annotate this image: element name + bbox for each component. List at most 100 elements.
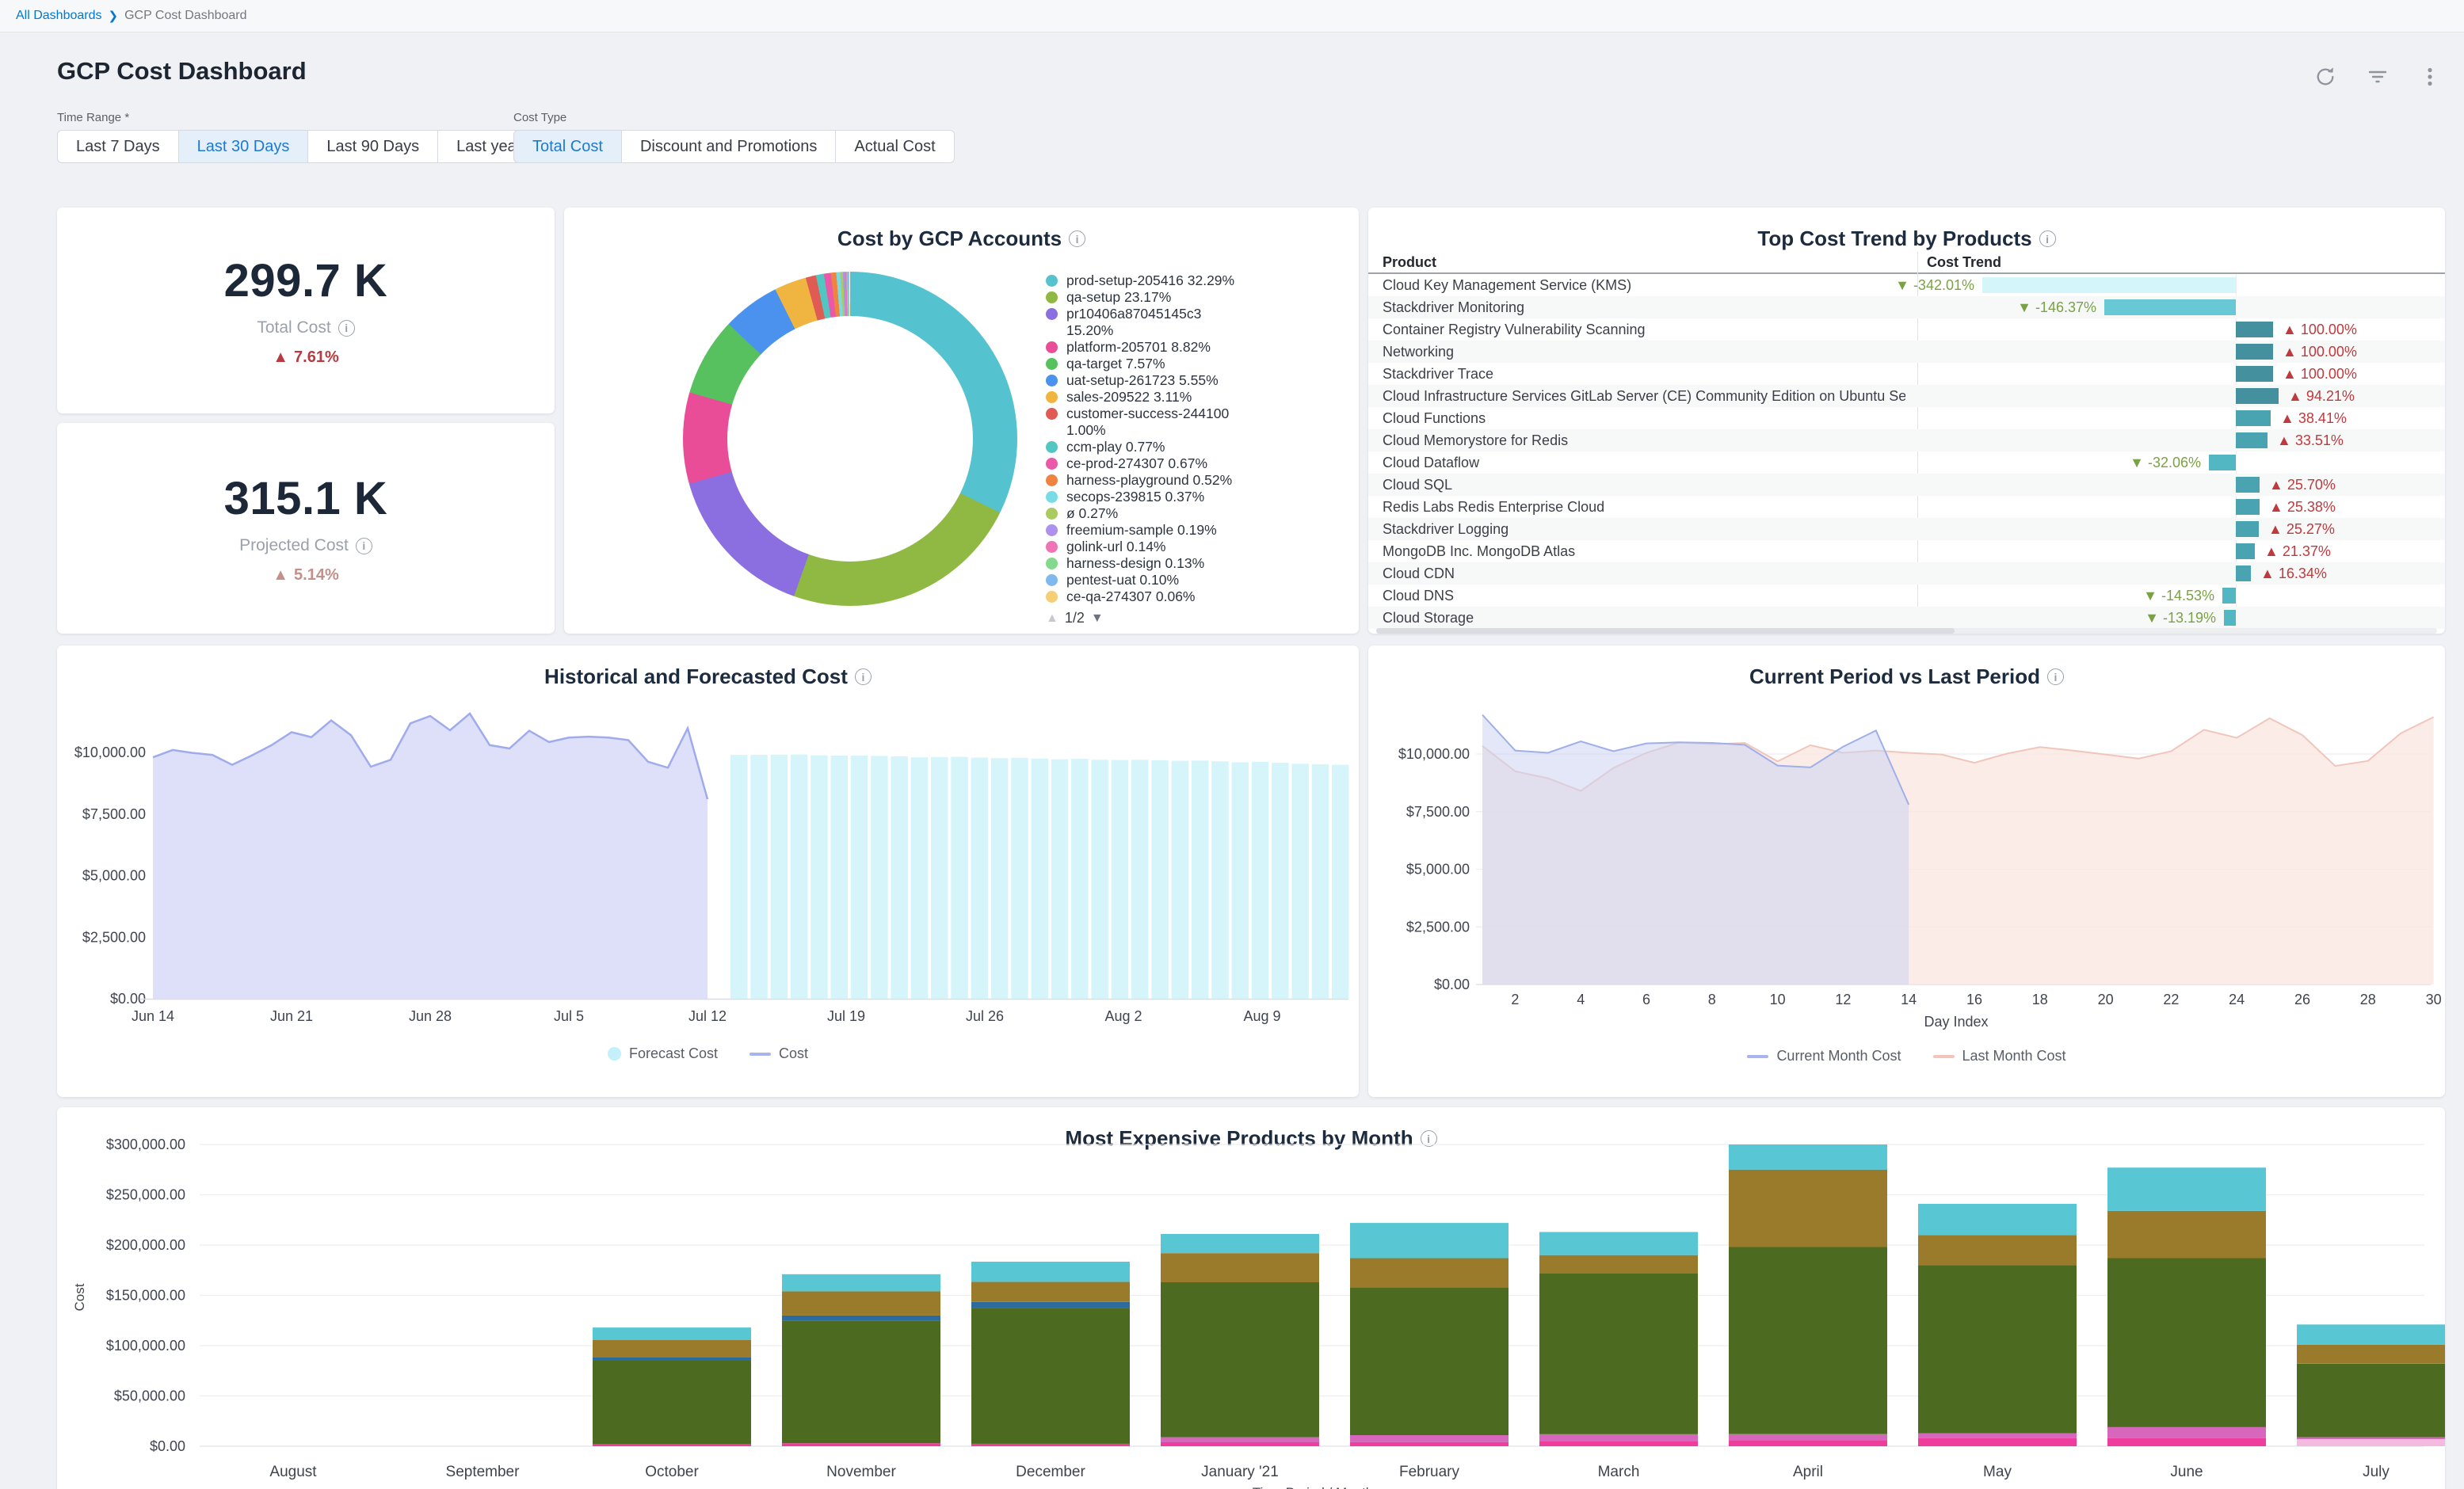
forecast-bar[interactable] — [1151, 760, 1169, 999]
legend-item-uat-setup-261723[interactable]: uat-setup-261723 5.55% — [1046, 372, 1356, 389]
forecast-bar[interactable] — [1252, 762, 1269, 999]
table-row-stackdriver-trace[interactable]: Stackdriver Trace▲ 100.00% — [1368, 363, 2445, 385]
bar-segment-brown[interactable] — [593, 1340, 751, 1358]
table-row-stackdriver-logging[interactable]: Stackdriver Logging▲ 25.27% — [1368, 518, 2445, 540]
time-range-last-90-days[interactable]: Last 90 Days — [307, 130, 438, 163]
table-row-mongodb-inc-mongodb-atlas[interactable]: MongoDB Inc. MongoDB Atlas▲ 21.37% — [1368, 540, 2445, 562]
trend-bar[interactable] — [2236, 366, 2273, 382]
bar-segment-magenta[interactable] — [593, 1445, 751, 1447]
forecast-bar[interactable] — [1071, 759, 1089, 999]
forecast-bar[interactable] — [1192, 760, 1209, 999]
forecast-bar[interactable] — [871, 756, 888, 999]
table-row-cloud-infrastructure-services-gitlab-ser[interactable]: Cloud Infrastructure Services GitLab Ser… — [1368, 385, 2445, 407]
forecast-bar[interactable] — [971, 758, 989, 1000]
table-row-cloud-sql[interactable]: Cloud SQL▲ 25.70% — [1368, 474, 2445, 496]
bar-segment-olive[interactable] — [1350, 1287, 1509, 1435]
bar-segment-orchid[interactable] — [1729, 1434, 1887, 1441]
forecast-bar[interactable] — [1172, 761, 1189, 999]
bar-segment-brown[interactable] — [1539, 1255, 1698, 1274]
product-column-header[interactable]: Product — [1383, 254, 1436, 271]
bar-segment-cyan[interactable] — [1918, 1204, 2077, 1235]
forecast-bar[interactable] — [891, 756, 908, 999]
bar-segment-cyan[interactable] — [1539, 1232, 1698, 1255]
bar-segment-cyan[interactable] — [1729, 1144, 1887, 1170]
bar-segment-brown[interactable] — [2107, 1211, 2266, 1259]
legend-item-platform-205701[interactable]: platform-205701 8.82% — [1046, 339, 1356, 356]
bar-segment-olive[interactable] — [782, 1320, 940, 1443]
legend-page-up-icon[interactable]: ▲ — [1046, 611, 1058, 626]
table-row-cloud-dns[interactable]: Cloud DNS▼ -14.53% — [1368, 585, 2445, 607]
bar-segment-olive[interactable] — [1918, 1265, 2077, 1433]
bar-segment-olive[interactable] — [1729, 1247, 1887, 1434]
legend-item-cost[interactable]: Cost — [749, 1045, 808, 1062]
table-row-networking[interactable]: Networking▲ 100.00% — [1368, 341, 2445, 363]
table-row-cloud-functions[interactable]: Cloud Functions▲ 38.41% — [1368, 407, 2445, 429]
forecast-bar[interactable] — [1211, 761, 1229, 999]
table-scrollbar-thumb[interactable] — [1376, 628, 1955, 634]
forecast-bar[interactable] — [1032, 759, 1049, 999]
bar-segment-magenta[interactable] — [1539, 1441, 1698, 1446]
bar-segment-blue[interactable] — [971, 1302, 1130, 1308]
bar-segment-orchid[interactable] — [2297, 1438, 2445, 1440]
bar-segment-orchid[interactable] — [1539, 1434, 1698, 1441]
forecast-bar[interactable] — [1272, 763, 1289, 999]
cost-type-discount-and-promotions[interactable]: Discount and Promotions — [621, 130, 836, 163]
info-icon[interactable]: i — [356, 538, 372, 554]
bar-segment-cyan[interactable] — [593, 1327, 751, 1340]
trend-bar[interactable] — [2236, 543, 2255, 559]
forecast-bar[interactable] — [730, 755, 748, 999]
legend-item-customer-success-244100[interactable]: customer-success-2441001.00% — [1046, 406, 1356, 439]
legend-item-freemium-sample[interactable]: freemium-sample 0.19% — [1046, 522, 1356, 539]
trend-bar[interactable] — [2224, 610, 2236, 626]
trend-bar[interactable] — [2236, 477, 2260, 493]
trend-bar[interactable] — [2236, 499, 2260, 515]
table-row-cloud-storage[interactable]: Cloud Storage▼ -13.19% — [1368, 607, 2445, 629]
legend-item-last-month-cost[interactable]: Last Month Cost — [1933, 1048, 2066, 1064]
forecast-bar[interactable] — [750, 755, 768, 999]
bar-segment-magenta[interactable] — [782, 1443, 940, 1446]
bar-segment-olive[interactable] — [2107, 1259, 2266, 1427]
bar-segment-cyan[interactable] — [2297, 1324, 2445, 1344]
bar-segment-brown[interactable] — [2297, 1345, 2445, 1364]
forecast-bar[interactable] — [951, 757, 968, 999]
trend-bar[interactable] — [2236, 566, 2251, 581]
bar-segment-olive[interactable] — [1161, 1282, 1319, 1438]
forecast-bar[interactable] — [991, 758, 1009, 999]
legend-item-golink-url[interactable]: golink-url 0.14% — [1046, 539, 1356, 555]
table-scrollbar[interactable] — [1376, 628, 2437, 634]
table-row-cloud-cdn[interactable]: Cloud CDN▲ 16.34% — [1368, 562, 2445, 585]
bar-segment-cyan[interactable] — [782, 1274, 940, 1292]
bar-segment-magenta[interactable] — [2107, 1438, 2266, 1446]
forecast-bar[interactable] — [1291, 764, 1309, 999]
kebab-menu-icon[interactable] — [2418, 65, 2442, 89]
forecast-bar[interactable] — [771, 755, 788, 999]
bar-segment-olive[interactable] — [971, 1308, 1130, 1444]
bar-segment-blue[interactable] — [593, 1358, 751, 1361]
legend-item-forecast-cost[interactable]: Forecast Cost — [608, 1045, 718, 1062]
bar-segment-brown[interactable] — [1161, 1253, 1319, 1282]
bar-segment-blue[interactable] — [782, 1316, 940, 1320]
bar-segment-lightpink[interactable] — [2297, 1439, 2445, 1446]
bar-segment-olive[interactable] — [593, 1361, 751, 1444]
forecast-bar[interactable] — [1112, 760, 1129, 999]
bar-segment-magenta[interactable] — [971, 1444, 1130, 1446]
bar-segment-orchid[interactable] — [1161, 1438, 1319, 1442]
bar-segment-cyan[interactable] — [1350, 1223, 1509, 1259]
cost-type-actual-cost[interactable]: Actual Cost — [835, 130, 954, 163]
info-icon[interactable]: i — [338, 320, 355, 337]
current-month-area-series[interactable] — [1482, 715, 1909, 985]
legend-item-pentest-uat[interactable]: pentest-uat 0.10% — [1046, 572, 1356, 588]
bar-segment-brown[interactable] — [1350, 1259, 1509, 1288]
cost-area-series[interactable] — [153, 714, 708, 999]
breadcrumb-all-dashboards-link[interactable]: All Dashboards — [16, 9, 102, 23]
forecast-bar[interactable] — [831, 756, 849, 999]
forecast-bar[interactable] — [791, 755, 808, 999]
trend-bar[interactable] — [1982, 277, 2236, 293]
time-range-last-30-days[interactable]: Last 30 Days — [178, 130, 309, 163]
bar-segment-cyan[interactable] — [2107, 1167, 2266, 1211]
legend-item-ccm-play[interactable]: ccm-play 0.77% — [1046, 439, 1356, 455]
cost-trend-column-header[interactable]: Cost Trend — [1927, 254, 2001, 271]
table-row-stackdriver-monitoring[interactable]: Stackdriver Monitoring▼ -146.37% — [1368, 296, 2445, 318]
bar-segment-cyan[interactable] — [1161, 1234, 1319, 1253]
legend-item-secops-239815[interactable]: secops-239815 0.37% — [1046, 489, 1356, 505]
